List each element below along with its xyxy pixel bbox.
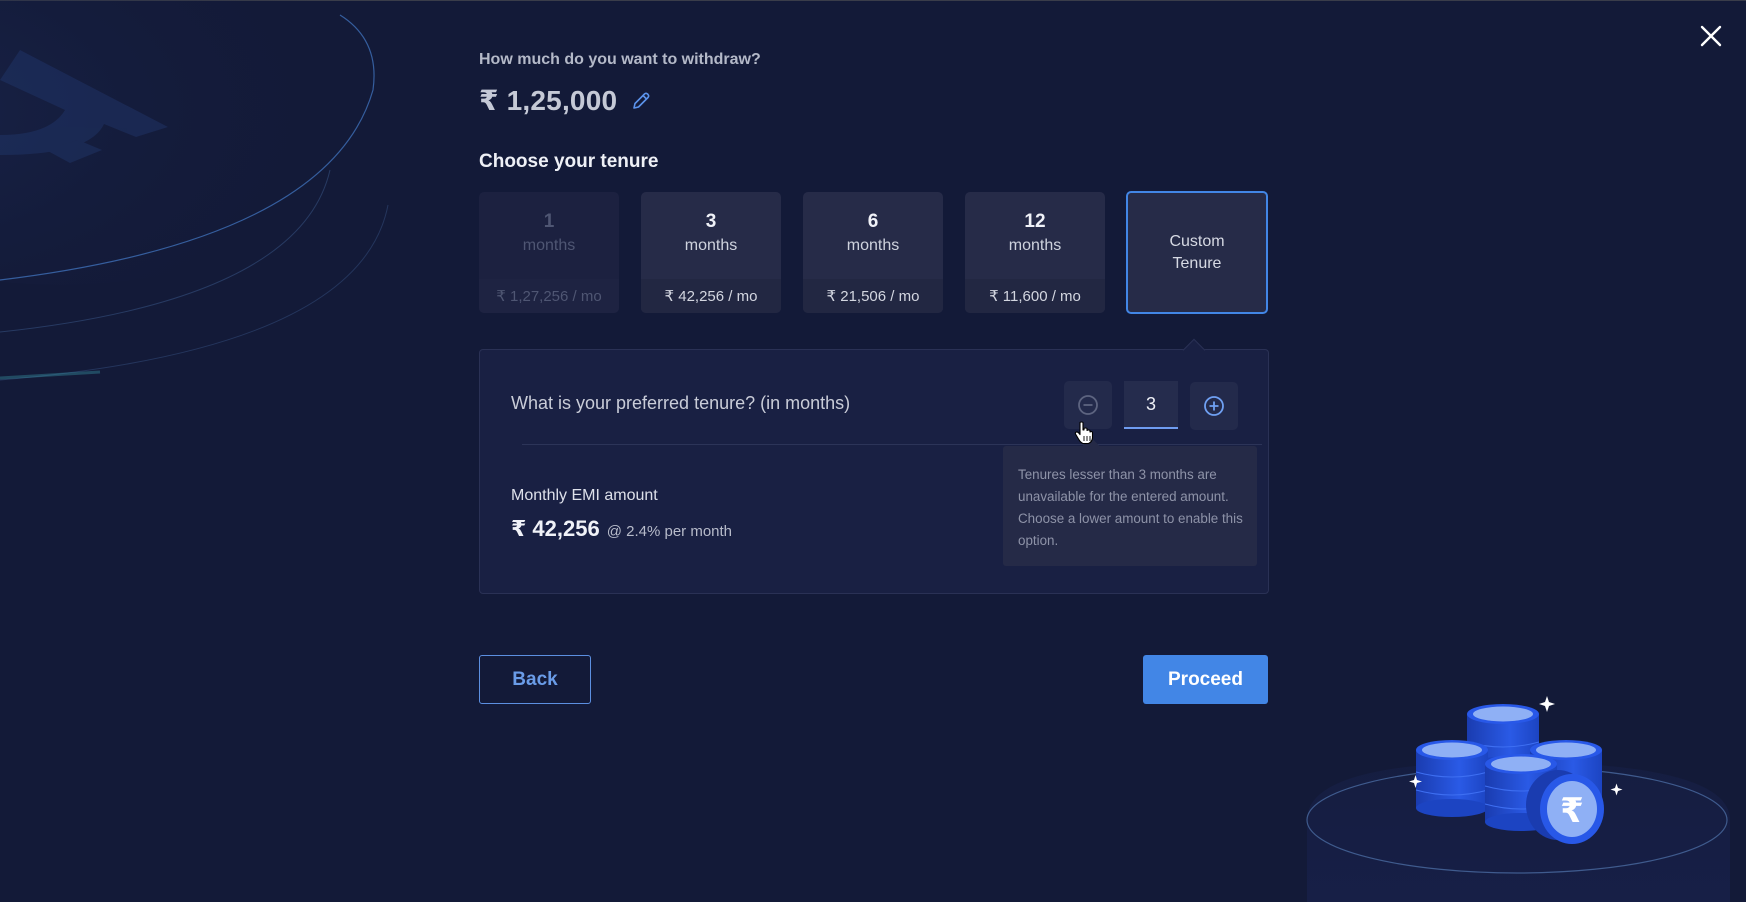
sparkles bbox=[1409, 696, 1623, 796]
custom-tenure-label-line2: Tenure bbox=[1172, 254, 1222, 272]
decorative-coin-outline bbox=[0, 0, 389, 381]
back-button[interactable]: Back bbox=[479, 655, 591, 704]
preferred-tenure-question: What is your preferred tenure? (in month… bbox=[511, 393, 851, 413]
monthly-emi-row: ₹ 42,256 @ 2.4% per month bbox=[511, 516, 732, 542]
tenure-option-6-months[interactable]: 6 months ₹ 21,506 / mo bbox=[803, 192, 943, 313]
tenure-section-title: Choose your tenure bbox=[479, 151, 659, 172]
tenure-option-12-months[interactable]: 12 months ₹ 11,600 / mo bbox=[965, 192, 1105, 313]
window-top-border bbox=[0, 0, 1746, 1]
coin-stack bbox=[1530, 740, 1602, 800]
tenure-emi: ₹ 1,27,256 / mo bbox=[479, 279, 619, 313]
tenure-emi: ₹ 11,600 / mo bbox=[965, 279, 1105, 313]
tenure-months: 1 bbox=[543, 210, 555, 232]
withdraw-amount-row: ₹ 1,25,000 bbox=[479, 84, 653, 117]
close-icon bbox=[1700, 25, 1722, 47]
minus-circle-icon bbox=[1078, 395, 1098, 415]
tenure-emi: ₹ 21,506 / mo bbox=[803, 279, 943, 313]
coin-stack bbox=[1415, 740, 1489, 817]
pencil-icon bbox=[633, 92, 650, 109]
monthly-emi-value: ₹ 42,256 bbox=[511, 516, 600, 541]
interest-rate: @ 2.4% per month bbox=[606, 523, 733, 540]
close-button[interactable] bbox=[1695, 20, 1727, 52]
tenure-option-1-month[interactable]: 1 months ₹ 1,27,256 / mo bbox=[479, 192, 619, 313]
withdraw-question: How much do you want to withdraw? bbox=[479, 51, 761, 68]
coin-stack bbox=[1484, 754, 1558, 831]
tenure-months: 3 bbox=[705, 210, 717, 232]
tenure-restriction-tooltip: Tenures lesser than 3 months are unavail… bbox=[1003, 446, 1257, 566]
proceed-button[interactable]: Proceed bbox=[1143, 655, 1268, 704]
coin-stack bbox=[1466, 704, 1540, 775]
edit-amount-button[interactable] bbox=[631, 90, 653, 112]
tenure-option-custom[interactable]: Custom Tenure bbox=[1126, 191, 1268, 314]
withdraw-amount: ₹ 1,25,000 bbox=[479, 85, 618, 116]
tenure-options: 1 months ₹ 1,27,256 / mo 3 months ₹ 42,2… bbox=[479, 191, 1268, 314]
tenure-unit: months bbox=[1008, 236, 1062, 254]
tenure-unit: months bbox=[522, 236, 576, 254]
custom-tenure-label-line1: Custom bbox=[1169, 232, 1225, 250]
rupee-coin: ₹ bbox=[1526, 770, 1604, 844]
increase-tenure-button[interactable] bbox=[1190, 382, 1238, 430]
tenure-stepper-input[interactable] bbox=[1124, 381, 1178, 429]
panel-divider bbox=[522, 444, 1262, 445]
monthly-emi-label: Monthly EMI amount bbox=[511, 487, 658, 504]
plus-circle-icon bbox=[1204, 396, 1224, 416]
tenure-emi: ₹ 42,256 / mo bbox=[641, 279, 781, 313]
platform bbox=[1306, 761, 1730, 902]
coins-illustration: ₹ bbox=[1306, 696, 1730, 902]
decrease-tenure-button[interactable] bbox=[1064, 381, 1112, 429]
tenure-option-3-months[interactable]: 3 months ₹ 42,256 / mo bbox=[641, 192, 781, 313]
tenure-unit: months bbox=[684, 236, 738, 254]
tenure-months: 6 bbox=[867, 210, 879, 232]
svg-text:₹: ₹ bbox=[1560, 791, 1584, 831]
tenure-months: 12 bbox=[1024, 210, 1046, 232]
tenure-unit: months bbox=[846, 236, 900, 254]
